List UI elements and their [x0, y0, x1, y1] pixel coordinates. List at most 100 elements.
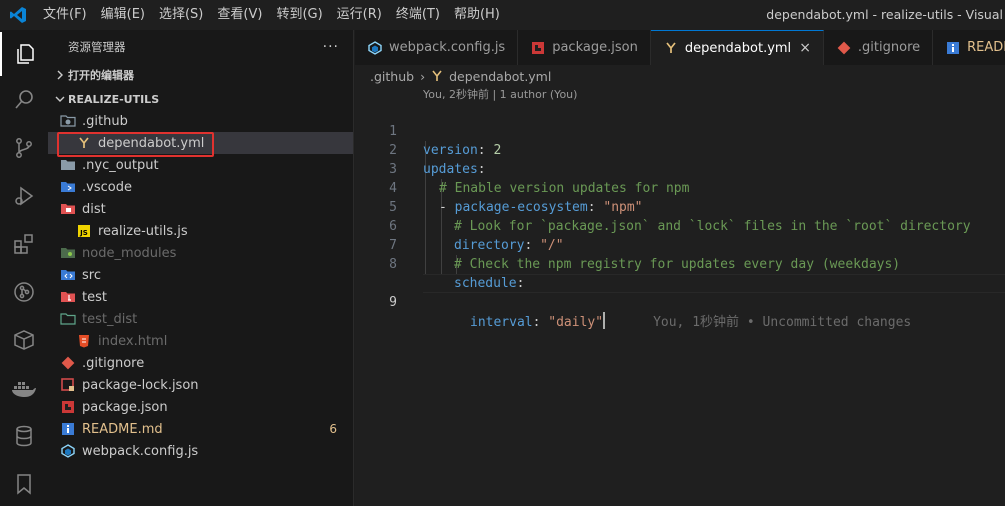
- tab-readme[interactable]: README: [933, 30, 1005, 65]
- menu-run[interactable]: 运行(R): [330, 0, 389, 30]
- explorer-title: 资源管理器: [68, 39, 126, 54]
- git-file-icon: [60, 355, 76, 371]
- tab-label: README: [967, 40, 1005, 55]
- codelens-blame[interactable]: You, 2秒钟前 | 1 author (You): [423, 87, 577, 103]
- code-line: 7 # Check the npm registry for updates e…: [355, 217, 1005, 272]
- code-line: 4 - package-ecosystem: "npm": [355, 160, 1005, 215]
- folder-icon: [60, 179, 76, 195]
- tree-item-label: test: [82, 289, 107, 305]
- tab-gitignore[interactable]: .gitignore: [824, 30, 934, 65]
- menu-help[interactable]: 帮助(H): [447, 0, 507, 30]
- open-editors-section[interactable]: 打开的编辑器: [48, 64, 353, 86]
- database-icon[interactable]: [0, 414, 48, 458]
- breadcrumb: .github › dependabot.yml: [355, 65, 1005, 87]
- run-debug-icon[interactable]: [0, 174, 48, 218]
- project-label: REALIZE-UTILS: [68, 92, 160, 106]
- tree-item-test-dist[interactable]: test_dist: [48, 308, 353, 330]
- close-icon[interactable]: ×: [799, 40, 811, 56]
- tree-item-test[interactable]: test: [48, 286, 353, 308]
- tree-item-label: package-lock.json: [82, 377, 199, 393]
- docker-icon[interactable]: [0, 366, 48, 410]
- package-icon[interactable]: [0, 318, 48, 362]
- folder-icon: [60, 113, 76, 129]
- code-line: 8 schedule:: [355, 236, 1005, 291]
- yaml-file-icon: [431, 70, 443, 82]
- tree-item-webpack-config-js[interactable]: webpack.config.js: [48, 440, 353, 462]
- tree-item-github[interactable]: .github: [48, 110, 353, 132]
- window-title: dependabot.yml - realize-utils - Visual: [766, 7, 1003, 22]
- tree-item-label: realize-utils.js: [98, 223, 188, 239]
- tree-item-gitignore[interactable]: .gitignore: [48, 352, 353, 374]
- tree-item-label: dist: [82, 201, 106, 217]
- code-editor[interactable]: You, 2秒钟前 | 1 author (You) 1 version: 2 …: [355, 87, 1005, 506]
- explorer-header: 资源管理器 ···: [48, 30, 353, 63]
- tab-webpack-config-js[interactable]: webpack.config.js: [355, 30, 519, 65]
- git-file-icon: [836, 41, 852, 55]
- extensions-icon[interactable]: [0, 222, 48, 266]
- chevron-right-icon: [52, 70, 68, 80]
- more-actions-icon[interactable]: ···: [323, 39, 339, 55]
- chevron-down-icon: [52, 94, 68, 104]
- tree-item-realize-utils-js[interactable]: JS realize-utils.js: [48, 220, 353, 242]
- tree-item-dependabot-yml[interactable]: dependabot.yml: [48, 132, 353, 157]
- tree-item-label: .gitignore: [82, 355, 145, 371]
- folder-icon: [60, 289, 76, 305]
- tree-item-dist[interactable]: dist: [48, 198, 353, 220]
- menu-view[interactable]: 查看(V): [210, 0, 269, 30]
- code-line-current: 9 interval: "daily" You, 1秒钟前 • Uncommitt…: [355, 255, 1005, 330]
- tree-item-package-lock-json[interactable]: package-lock.json: [48, 374, 353, 396]
- menu-go[interactable]: 转到(G): [269, 0, 329, 30]
- activity-bar: [0, 30, 48, 506]
- folder-icon: [60, 267, 76, 283]
- file-tree: .github dependabot.yml .nyc_output .vscode d…: [48, 110, 353, 462]
- menu-edit[interactable]: 编辑(E): [94, 0, 152, 30]
- webpack-file-icon: [60, 443, 76, 459]
- title-bar: 文件(F) 编辑(E) 选择(S) 查看(V) 转到(G) 运行(R) 终端(T…: [0, 0, 1005, 30]
- breadcrumb-folder[interactable]: .github: [370, 69, 414, 84]
- tab-package-json[interactable]: package.json: [518, 30, 651, 65]
- tab-dependabot-yml[interactable]: dependabot.yml ×: [650, 30, 824, 65]
- chevron-right-icon: ›: [420, 68, 426, 84]
- tree-item-readme-md[interactable]: README.md 6: [48, 418, 353, 440]
- git-graph-icon[interactable]: [0, 270, 48, 314]
- bookmark-icon[interactable]: [0, 462, 48, 506]
- svg-text:JS: JS: [79, 229, 88, 237]
- project-section[interactable]: REALIZE-UTILS: [48, 88, 353, 110]
- tree-item-package-json[interactable]: package.json: [48, 396, 353, 418]
- tree-item-node-modules[interactable]: node_modules: [48, 242, 353, 264]
- html-file-icon: [76, 333, 92, 349]
- tree-item-label: .nyc_output: [82, 157, 159, 173]
- tree-item-vscode[interactable]: .vscode: [48, 176, 353, 198]
- tree-item-label: .github: [82, 113, 128, 129]
- open-editors-label: 打开的编辑器: [68, 69, 134, 82]
- vscode-logo-icon: [0, 0, 36, 30]
- menu-file[interactable]: 文件(F): [36, 0, 94, 30]
- problem-count-badge: 6: [329, 422, 337, 436]
- folder-icon: [60, 157, 76, 173]
- source-control-icon[interactable]: [0, 126, 48, 170]
- tree-item-label: webpack.config.js: [82, 443, 199, 459]
- editor-tabs: webpack.config.js package.json dependabot.…: [355, 30, 1005, 65]
- tab-label: .gitignore: [857, 40, 921, 55]
- tree-item-nyc-output[interactable]: .nyc_output: [48, 154, 353, 176]
- code-line: 2 updates:: [355, 122, 1005, 177]
- folder-icon: [60, 311, 76, 327]
- menu-terminal[interactable]: 终端(T): [389, 0, 447, 30]
- breadcrumb-file[interactable]: dependabot.yml: [449, 69, 551, 84]
- tree-item-label: src: [82, 267, 101, 283]
- lock-file-icon: [60, 377, 76, 393]
- tree-item-label: package.json: [82, 399, 168, 415]
- yaml-key: interval: [470, 315, 533, 330]
- folder-icon: [60, 245, 76, 261]
- menu-selection[interactable]: 选择(S): [152, 0, 210, 30]
- line-number: 9: [389, 295, 397, 310]
- inline-blame: You, 1秒钟前 • Uncommitted changes: [653, 315, 912, 330]
- npm-file-icon: [60, 399, 76, 415]
- explorer-icon[interactable]: [0, 32, 48, 76]
- yaml-file-icon: [663, 41, 679, 55]
- search-icon[interactable]: [0, 78, 48, 122]
- info-file-icon: [945, 41, 961, 55]
- tree-item-label: .vscode: [82, 179, 132, 195]
- tree-item-src[interactable]: src: [48, 264, 353, 286]
- tree-item-index-html[interactable]: index.html: [48, 330, 353, 352]
